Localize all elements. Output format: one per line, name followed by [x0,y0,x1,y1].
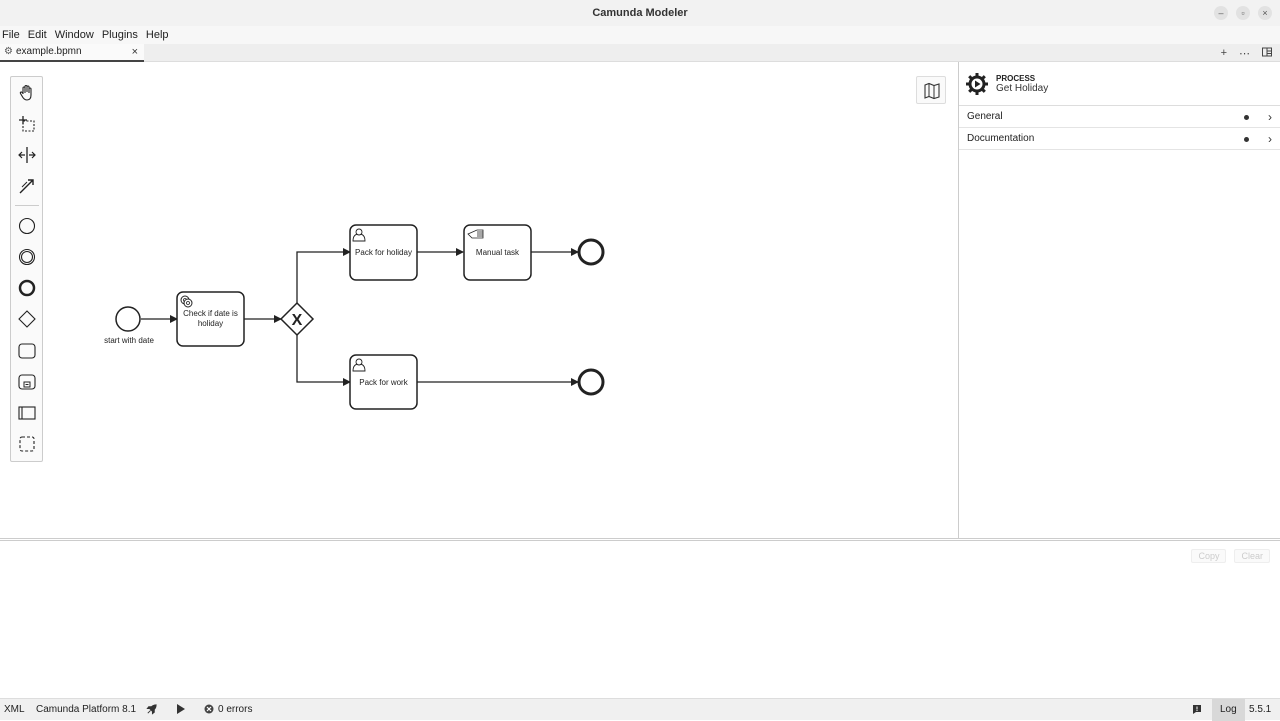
feedback-icon[interactable] [1192,699,1202,721]
minimize-icon[interactable]: – [1214,6,1228,20]
window-controls: – ▫ × [1214,0,1272,26]
tool-palette [10,76,43,462]
start-event-label: start with date [104,336,154,345]
minimap-toggle[interactable] [916,76,946,104]
menu-edit[interactable]: Edit [28,29,47,41]
user-task-pack-holiday[interactable]: Pack for holiday [349,224,418,281]
subprocess-tool-icon[interactable] [18,373,36,391]
lasso-tool-icon[interactable] [18,115,36,133]
status-bar: XML Camunda Platform 8.1 0 errors Log 5.… [0,698,1280,721]
service-task-label-line2: holiday [198,319,223,328]
close-tab-icon[interactable]: × [132,44,138,60]
data-marker-icon [1244,137,1249,142]
tab-label: example.bpmn [15,46,82,57]
flow-gateway-to-work[interactable] [296,335,351,386]
task-tool-icon[interactable] [18,342,36,360]
bpmn-diagram[interactable]: start with date Check if date is holiday… [0,62,958,538]
data-marker-icon [1244,115,1249,120]
manual-task[interactable]: Manual task [463,224,532,281]
menu-help[interactable]: Help [146,29,169,41]
group-general[interactable]: General › [959,106,1280,128]
end-event-tool-icon[interactable] [18,279,36,297]
map-icon [924,82,940,100]
start-event[interactable] [115,306,141,332]
panel-layout-icon[interactable] [1262,47,1272,60]
engine-platform-button[interactable]: Camunda Platform 8.1 [36,699,136,721]
group-general-label: General [967,111,1003,122]
group-tool-icon[interactable] [18,435,36,453]
more-options-icon[interactable]: ⋯ [1239,47,1250,60]
tab-actions: + ⋯ [1221,44,1272,62]
manual-task-label: Manual task [476,248,520,257]
window-title: Camunda Modeler [592,7,688,19]
user-task-pack-work[interactable]: Pack for work [349,354,418,410]
chevron-right-icon[interactable]: › [1268,106,1272,128]
gateway-tool-icon[interactable] [18,310,36,328]
global-connect-tool-icon[interactable] [18,177,36,195]
hand-tool-icon[interactable] [18,84,36,102]
exclusive-gateway[interactable]: X [279,301,315,337]
end-event-work[interactable] [577,368,605,396]
process-gear-icon [966,73,988,95]
add-tab-icon[interactable]: + [1221,47,1227,59]
version-label[interactable]: 5.5.1 [1249,699,1271,721]
run-icon[interactable] [176,699,186,721]
intermediate-event-tool-icon[interactable] [18,248,36,266]
group-documentation-label: Documentation [967,133,1035,144]
errors-count[interactable]: 0 errors [218,699,252,721]
chevron-right-icon[interactable]: › [1268,128,1272,150]
pool-tool-icon[interactable] [18,404,36,422]
element-name: Get Holiday [996,83,1049,94]
end-event-holiday[interactable] [577,238,605,266]
copy-log-button[interactable]: Copy [1191,549,1227,563]
gateway-x-icon: X [292,312,303,329]
log-toggle-button[interactable]: Log [1212,699,1245,721]
close-window-icon[interactable]: × [1258,6,1272,20]
log-panel: Copy Clear [0,538,1280,698]
menu-window[interactable]: Window [55,29,94,41]
window-titlebar: Camunda Modeler – ▫ × [0,0,1280,26]
group-documentation[interactable]: Documentation › [959,128,1280,150]
properties-panel: PROCESS Get Holiday General › Documentat… [958,62,1280,538]
start-event-tool-icon[interactable] [18,217,36,235]
flow-gateway-to-holiday[interactable] [296,248,351,303]
service-task-label-line1: Check if date is [183,309,238,318]
tab-bar: ⚙ example.bpmn × + ⋯ [0,44,1280,62]
error-circle-icon [204,699,214,721]
properties-header: PROCESS Get Holiday [959,62,1280,106]
modeling-canvas[interactable]: start with date Check if date is holiday… [0,62,958,538]
menu-file[interactable]: File [2,29,20,41]
user-task-label-work: Pack for work [359,378,408,387]
gear-icon: ⚙ [4,46,13,57]
palette-separator [15,205,39,206]
clear-log-button[interactable]: Clear [1234,549,1270,563]
tab-example-bpmn[interactable]: ⚙ example.bpmn × [0,44,144,62]
menu-bar: File Edit Window Plugins Help [0,26,1280,44]
maximize-icon[interactable]: ▫ [1236,6,1250,20]
menu-plugins[interactable]: Plugins [102,29,138,41]
service-task-check-holiday[interactable]: Check if date is holiday [176,291,245,347]
log-actions: Copy Clear [1191,549,1270,563]
element-type: PROCESS [996,74,1036,83]
user-task-label-holiday: Pack for holiday [355,248,412,257]
space-tool-icon[interactable] [18,146,36,164]
deploy-icon[interactable] [145,699,158,721]
xml-view-button[interactable]: XML [4,699,25,721]
